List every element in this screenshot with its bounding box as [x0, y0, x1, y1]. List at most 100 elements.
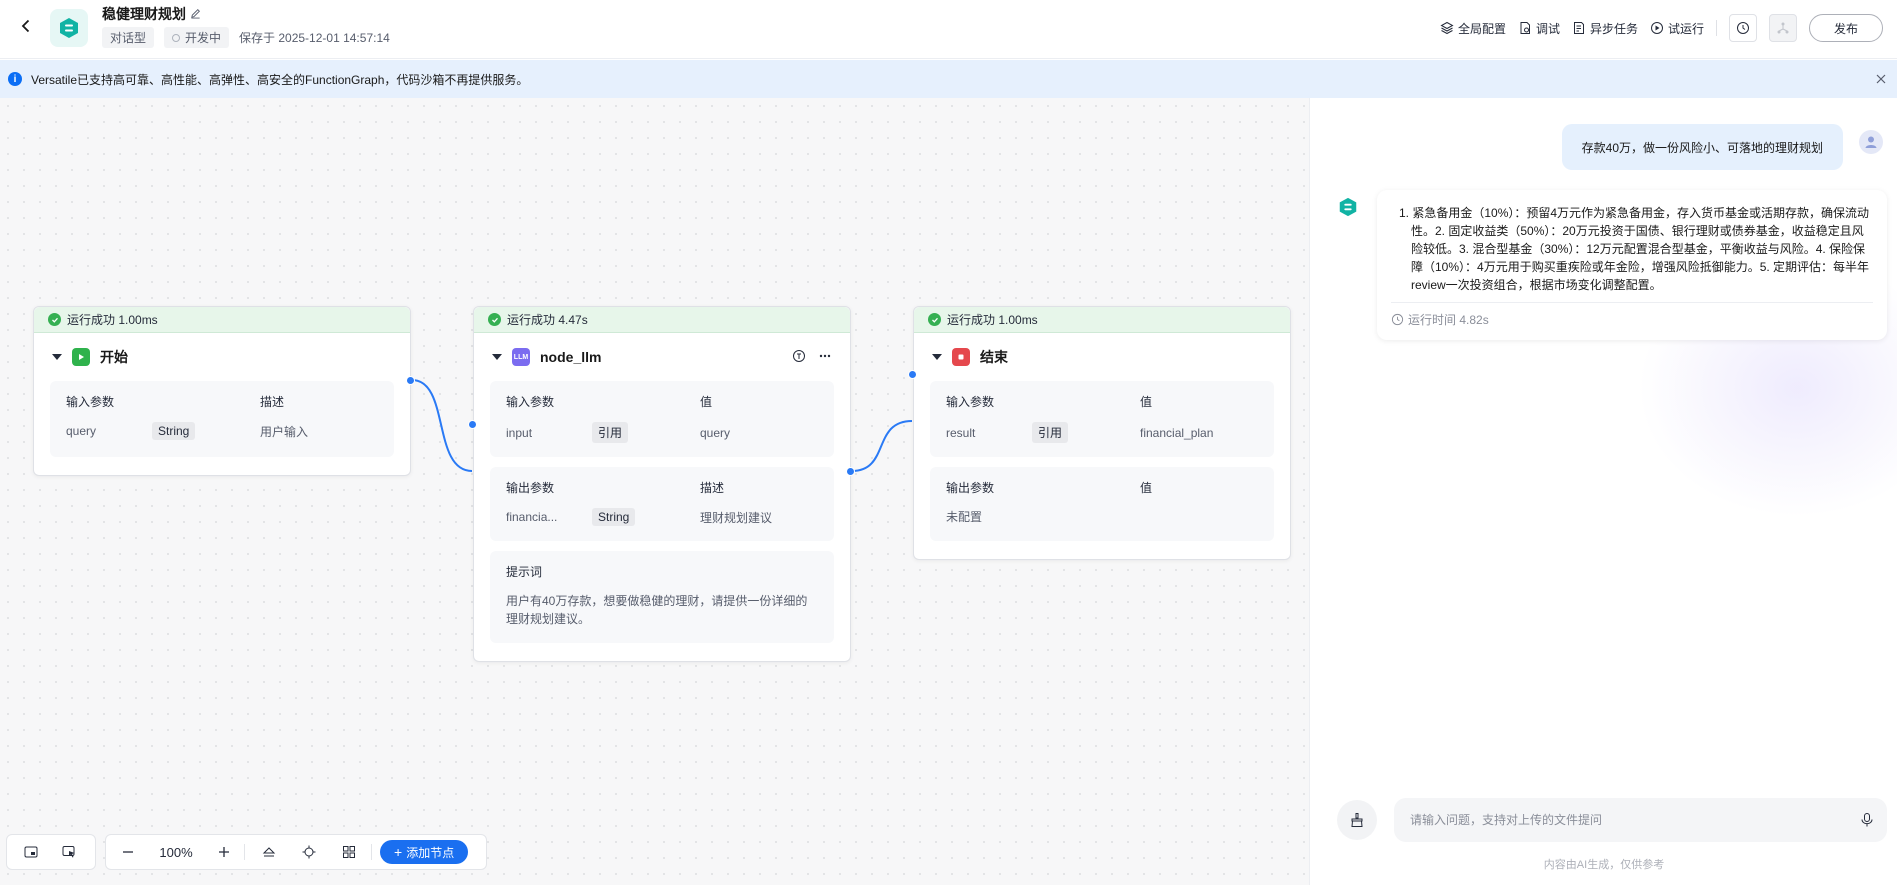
- user-icon: [1865, 136, 1877, 148]
- prompt-box: 提示词 用户有40万存款，想要做稳健的理财，请提供一份详细的理财规划建议。: [490, 551, 834, 643]
- layers-icon: [1440, 21, 1454, 35]
- task-list-icon: [1573, 22, 1584, 34]
- trial-run-button[interactable]: 试运行: [1650, 20, 1704, 37]
- end-node[interactable]: 运行成功 1.00ms 结束 输入参数 值 result 引用 financia…: [908, 306, 1291, 560]
- pointer-select-icon: [62, 846, 75, 858]
- user-avatar: [1859, 130, 1883, 154]
- param-header-name: 输入参数: [66, 395, 115, 409]
- history-button[interactable]: [1729, 14, 1757, 42]
- param-type-chip: String: [152, 422, 196, 440]
- app-title-text: 稳健理财规划: [102, 6, 186, 22]
- debug-button[interactable]: 调试: [1518, 20, 1560, 37]
- bot-message-bubble: 1. 紧急备用金（10%）：预留4万元作为紧急备用金，存入货币基金或活期存款，确…: [1377, 190, 1887, 340]
- param-header: 输出参数 值: [946, 479, 1258, 496]
- node-header: 结束: [914, 333, 1290, 381]
- zoom-out-button[interactable]: [114, 838, 142, 866]
- collapse-caret-icon[interactable]: [492, 354, 502, 360]
- zoom-in-button[interactable]: [210, 838, 238, 866]
- text-info-icon[interactable]: [792, 349, 806, 366]
- param-row: 未配置: [946, 508, 1258, 525]
- output-port[interactable]: [406, 376, 415, 385]
- user-message-bubble: 存款40万，做一份风险小、可落地的理财规划: [1561, 124, 1843, 170]
- top-header: 稳健理财规划 对话型 开发中 保存于 2025-12-01 14:57:14 全…: [0, 0, 1897, 59]
- canvas-zoom-toolbar: 100% + 添加节点: [105, 834, 487, 870]
- toolbar-divider: [1716, 20, 1717, 36]
- chat-input[interactable]: [1394, 798, 1887, 842]
- async-tasks-button[interactable]: 异步任务: [1572, 20, 1638, 37]
- clock-icon: [1391, 313, 1404, 326]
- plus-icon: [219, 847, 229, 857]
- more-icon[interactable]: [818, 349, 832, 366]
- crosshair-icon: [302, 845, 316, 859]
- microphone-icon: [1861, 813, 1873, 827]
- share-button[interactable]: [1769, 14, 1797, 42]
- select-mode-button[interactable]: [55, 838, 83, 866]
- param-header-spacer: [592, 479, 700, 496]
- run-time-text: 运行时间 4.82s: [1408, 313, 1489, 327]
- clear-chat-button[interactable]: [1337, 800, 1377, 840]
- header-toolbar: 全局配置 调试 异步任务 试运行 发布: [1440, 14, 1883, 42]
- node-status-text: 运行成功 1.00ms: [947, 313, 1038, 327]
- param-name: input: [506, 425, 533, 440]
- fit-view-button[interactable]: [295, 838, 323, 866]
- type-tag: 对话型: [102, 27, 155, 48]
- status-dot-icon: [172, 33, 181, 42]
- start-node[interactable]: 运行成功 1.00ms 开始 输入参数 描述 query String 用户输入: [33, 306, 415, 476]
- param-header-name: 输出参数: [506, 481, 555, 495]
- global-config-label: 全局配置: [1457, 21, 1506, 36]
- param-header: 输入参数 值: [506, 393, 818, 410]
- input-port[interactable]: [468, 420, 477, 429]
- node-header: 开始: [34, 333, 410, 381]
- param-header-spacer: [1032, 393, 1140, 410]
- param-name: query: [66, 424, 97, 438]
- param-header-spacer: [1032, 479, 1140, 496]
- voice-input-button[interactable]: [1857, 810, 1877, 830]
- minimap-button[interactable]: [17, 838, 45, 866]
- grid-icon: [343, 846, 355, 858]
- grid-button[interactable]: [335, 838, 363, 866]
- param-row: input 引用 query: [506, 422, 818, 443]
- zoom-level[interactable]: 100%: [150, 845, 202, 860]
- param-header-desc: 描述: [260, 395, 285, 409]
- node-title: node_llm: [540, 349, 602, 365]
- param-header-name: 输入参数: [506, 395, 555, 409]
- output-port[interactable]: [846, 467, 855, 476]
- param-name: financia...: [506, 510, 558, 524]
- collapse-caret-icon[interactable]: [932, 354, 942, 360]
- collapse-caret-icon[interactable]: [52, 354, 62, 360]
- global-config-button[interactable]: 全局配置: [1440, 20, 1506, 37]
- prompt-label: 提示词: [506, 565, 543, 579]
- node-title: 开始: [100, 349, 128, 365]
- saved-timestamp: 保存于 2025-12-01 14:57:14: [239, 31, 390, 45]
- auto-layout-button[interactable]: [255, 838, 283, 866]
- param-header-name: 输入参数: [946, 395, 995, 409]
- workflow-canvas[interactable]: 运行成功 1.00ms 开始 输入参数 描述 query String 用户输入…: [0, 98, 1309, 885]
- app-meta: 对话型 开发中 保存于 2025-12-01 14:57:14: [102, 27, 390, 48]
- publish-button[interactable]: 发布: [1809, 14, 1883, 42]
- input-params-box: 输入参数 值 input 引用 query: [468, 381, 834, 457]
- param-header-spacer: [152, 393, 260, 410]
- node-status-bar: 运行成功 1.00ms: [34, 307, 410, 333]
- output-params-box: 输出参数 描述 financia... String 理财规划建议: [490, 467, 834, 541]
- node-status-bar: 运行成功 4.47s: [474, 307, 850, 333]
- param-row: result 引用 financial_plan: [946, 422, 1258, 443]
- share-nodes-icon: [1777, 22, 1789, 34]
- input-port[interactable]: [908, 370, 917, 379]
- check-circle-icon: [928, 313, 941, 326]
- edit-icon[interactable]: [190, 6, 201, 22]
- param-header: 输入参数 描述: [66, 393, 378, 410]
- param-value: query: [700, 425, 731, 440]
- add-node-label: 添加节点: [406, 845, 455, 860]
- back-button[interactable]: [14, 14, 38, 38]
- param-type-chip: 引用: [1032, 422, 1069, 443]
- edge-llm-to-end: [851, 420, 913, 472]
- align-up-icon: [262, 847, 276, 857]
- add-node-button[interactable]: + 添加节点: [380, 840, 469, 864]
- run-time: 运行时间 4.82s: [1391, 311, 1873, 328]
- llm-node[interactable]: 运行成功 4.47s LLM node_llm 输入参数 值 input 引用 …: [468, 306, 855, 662]
- notice-close-button[interactable]: [1873, 71, 1889, 87]
- param-row: financia... String 理财规划建议: [506, 508, 818, 526]
- trial-run-label: 试运行: [1667, 21, 1704, 36]
- node-status-bar: 运行成功 1.00ms: [914, 307, 1290, 333]
- param-name: result: [946, 425, 976, 440]
